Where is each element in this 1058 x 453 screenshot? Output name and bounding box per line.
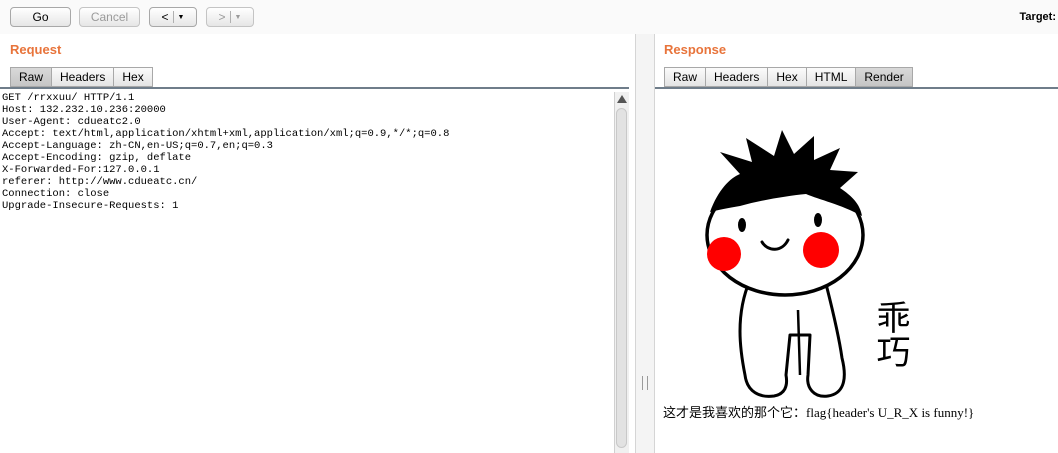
rendered-view: 乖巧 这才是我喜欢的那个它：flag{header's U_R_X is fun… bbox=[655, 92, 1058, 453]
scroll-thumb[interactable] bbox=[616, 108, 627, 448]
separator bbox=[229, 11, 231, 23]
cartoon-body bbox=[738, 278, 846, 398]
cartoon-right-cheek bbox=[803, 232, 839, 268]
tab-hex[interactable]: Hex bbox=[767, 67, 806, 87]
grip-icon[interactable] bbox=[642, 376, 648, 390]
rendered-text: 这才是我喜欢的那个它：flag{header's U_R_X is funny!… bbox=[663, 405, 975, 420]
tab-headers[interactable]: Headers bbox=[51, 67, 114, 87]
tab-raw[interactable]: Raw bbox=[664, 67, 706, 87]
request-scrollbar[interactable] bbox=[614, 92, 629, 453]
tab-headers[interactable]: Headers bbox=[705, 67, 768, 87]
chevron-down-icon[interactable]: ▼ bbox=[178, 14, 185, 21]
forward-label: > bbox=[218, 10, 226, 24]
target-label: Target: bbox=[1019, 11, 1056, 23]
cartoon-image: 乖巧 bbox=[705, 130, 910, 398]
forward-button[interactable]: > ▼ bbox=[206, 7, 254, 27]
tab-underline bbox=[0, 87, 629, 89]
toolbar: Go Cancel < ▼ > ▼ Target: bbox=[0, 0, 1058, 34]
back-button[interactable]: < ▼ bbox=[149, 7, 197, 27]
tab-underline bbox=[655, 87, 1058, 89]
cartoon-caption-text: 乖巧 bbox=[870, 300, 910, 368]
separator bbox=[172, 11, 174, 23]
tab-render[interactable]: Render bbox=[855, 67, 913, 87]
response-title: Response bbox=[664, 42, 727, 57]
back-label: < bbox=[161, 10, 169, 24]
tab-raw[interactable]: Raw bbox=[10, 67, 52, 87]
request-raw-text[interactable]: GET /rrxxuu/ HTTP/1.1 Host: 132.232.10.2… bbox=[0, 92, 614, 212]
split-divider[interactable] bbox=[635, 34, 655, 453]
cancel-button[interactable]: Cancel bbox=[79, 7, 140, 27]
request-title: Request bbox=[10, 42, 62, 57]
go-button[interactable]: Go bbox=[10, 7, 71, 27]
chevron-down-icon[interactable]: ▼ bbox=[235, 14, 242, 21]
cartoon-left-cheek bbox=[707, 237, 741, 271]
request-editor[interactable]: GET /rrxxuu/ HTTP/1.1 Host: 132.232.10.2… bbox=[0, 92, 614, 453]
tab-hex[interactable]: Hex bbox=[113, 67, 153, 87]
tab-html[interactable]: HTML bbox=[805, 67, 856, 87]
scroll-up-icon[interactable] bbox=[617, 95, 627, 103]
cartoon-right-eye bbox=[814, 213, 822, 227]
request-tabs: Raw Headers Hex bbox=[10, 67, 153, 87]
cartoon-left-eye bbox=[738, 218, 746, 232]
response-tabs: Raw Headers Hex HTML Render bbox=[664, 67, 913, 87]
